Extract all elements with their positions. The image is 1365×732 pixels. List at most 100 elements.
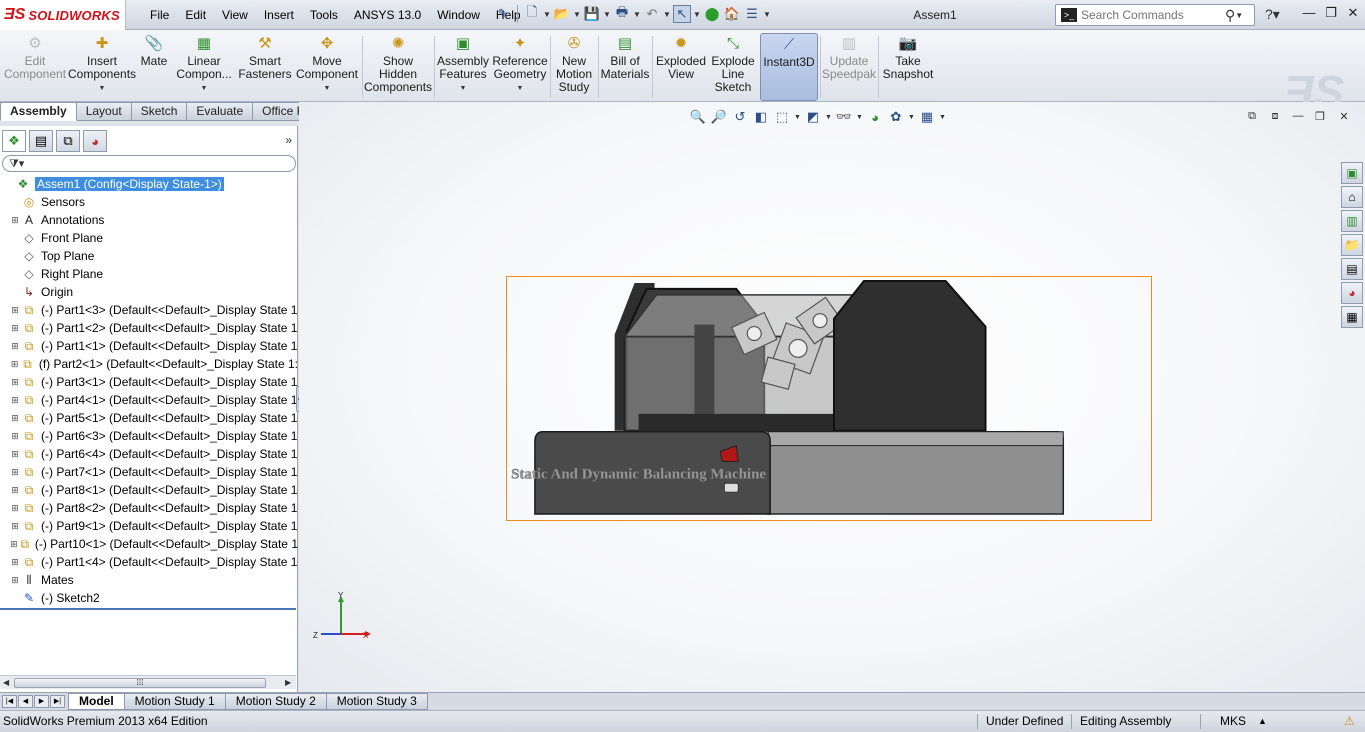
tree-item[interactable]: ⊞ ⧉ (-) Part4<1> (Default<<Default>_Displa… [0, 391, 298, 409]
tree-item[interactable]: ⊞ ⧉ (-) Part8<2> (Default<<Default>_Displa… [0, 499, 298, 517]
mate-button[interactable]: 📎 Mate [138, 33, 170, 101]
doc-minimize-icon[interactable]: — [1290, 110, 1306, 122]
search-icon[interactable]: ⚲ [1225, 7, 1235, 24]
tree-filter[interactable]: ⧩▾ [2, 155, 296, 172]
viewport-split-icon[interactable]: ⧈ [1267, 110, 1283, 123]
tree-item[interactable]: ⊞ A Annotations [0, 211, 298, 229]
tree-item[interactable]: ◇ Front Plane [0, 229, 298, 247]
new-dropdown-icon[interactable]: ▼ [543, 10, 551, 19]
expand-toggle-icon[interactable]: ⊞ [10, 503, 20, 514]
expand-toggle-icon[interactable]: ⊞ [10, 341, 20, 352]
rebuild-traffic-light-icon[interactable]: ⬤ [703, 5, 721, 23]
tree-item[interactable]: ↳ Origin [0, 283, 298, 301]
tree-root-assembly[interactable]: ❖ Assem1 (Config<Display State-1>) [0, 175, 298, 193]
apply-scene-icon[interactable]: ✿ [887, 108, 905, 126]
undo-dropdown-icon[interactable]: ▼ [663, 10, 671, 19]
display-style-icon[interactable]: ◩ [804, 108, 822, 126]
first-tab-icon[interactable]: |◀ [2, 695, 17, 708]
expand-toggle-icon[interactable]: ⊞ [10, 449, 20, 460]
tab-motion-study-1[interactable]: Motion Study 1 [124, 693, 226, 710]
view-orientation-icon[interactable]: ⬚ [773, 108, 791, 126]
undo-icon[interactable]: ↶ [643, 5, 661, 23]
expand-toggle-icon[interactable]: ⊞ [10, 557, 20, 568]
chevron-down-icon[interactable]: ▼ [201, 82, 208, 95]
apply-scene-dropdown-icon[interactable]: ▼ [908, 114, 915, 121]
smart-fasteners-button[interactable]: ⚒ Smart Fasteners [238, 33, 292, 101]
bill-of-materials-button[interactable]: ▤ Bill of Materials [600, 33, 650, 101]
expand-toggle-icon[interactable]: ⊞ [10, 305, 20, 316]
menu-file[interactable]: File [142, 8, 177, 22]
tab-motion-study-2[interactable]: Motion Study 2 [225, 693, 327, 710]
tree-item[interactable]: ⊞ ⧉ (-) Part1<2> (Default<<Default>_Displa… [0, 319, 298, 337]
hide-show-items-icon[interactable]: 👓 [835, 108, 853, 126]
prev-tab-icon[interactable]: ◀ [18, 695, 33, 708]
view-settings-dropdown-icon[interactable]: ▼ [939, 114, 946, 121]
chevron-down-icon[interactable]: ▼ [517, 82, 524, 95]
update-speedpak-button[interactable]: ▥ Update Speedpak [822, 33, 876, 101]
save-icon[interactable]: 💾 [583, 5, 601, 23]
menu-insert[interactable]: Insert [256, 8, 302, 22]
propertymanager-icon[interactable]: ▤ [29, 130, 53, 152]
new-document-icon[interactable]: 🗋 [523, 4, 541, 23]
assembly-features-button[interactable]: ▣ Assembly Features ▼ [436, 33, 490, 101]
expand-toggle-icon[interactable]: ⊞ [10, 485, 20, 496]
expand-toggle-icon[interactable]: ⊞ [10, 521, 20, 532]
options-dropdown-icon[interactable]: ▼ [763, 10, 771, 19]
doc-close-icon[interactable]: ✕ [1336, 110, 1352, 123]
unit-system[interactable]: MKS [1220, 714, 1246, 728]
tree-item[interactable]: ◎ Sensors [0, 193, 298, 211]
tab-assembly[interactable]: Assembly [0, 102, 77, 121]
open-dropdown-icon[interactable]: ▼ [573, 10, 581, 19]
section-view-icon[interactable]: ◧ [752, 108, 770, 126]
tree-item[interactable]: ⊞ ⧉ (-) Part8<1> (Default<<Default>_Displa… [0, 481, 298, 499]
previous-view-icon[interactable]: ↺ [731, 108, 749, 126]
menu-view[interactable]: View [214, 8, 256, 22]
minimize-icon[interactable]: — [1300, 5, 1318, 23]
tab-motion-study-3[interactable]: Motion Study 3 [326, 693, 428, 710]
tree-item[interactable]: ◇ Right Plane [0, 265, 298, 283]
open-folder-icon[interactable]: 📂 [553, 5, 571, 23]
appearances-icon[interactable]: ◕ [1341, 282, 1363, 304]
horizontal-scrollbar[interactable]: ◀ ⁞⁞⁞ ▶ [0, 675, 296, 689]
print-dropdown-icon[interactable]: ▼ [633, 10, 641, 19]
menu-tools[interactable]: Tools [302, 8, 346, 22]
edit-component-button[interactable]: ⚙ Edit Component [4, 33, 66, 101]
viewport-icon[interactable]: ⧉ [1244, 110, 1260, 123]
expand-toggle-icon[interactable]: ⊞ [10, 431, 20, 442]
tree-item[interactable]: ⊞ ⧉ (-) Part1<1> (Default<<Default>_Displa… [0, 337, 298, 355]
search-dropdown-icon[interactable]: ▼ [1235, 11, 1243, 20]
select-pointer-icon[interactable]: ↖ [673, 5, 691, 23]
displaymanager-icon[interactable]: ◕ [83, 130, 107, 152]
scroll-right-icon[interactable]: ▶ [285, 678, 291, 687]
display-style-dropdown-icon[interactable]: ▼ [825, 114, 832, 121]
tree-item[interactable]: ✎ (-) Sketch2 [0, 589, 298, 607]
chevron-down-icon[interactable]: ▼ [460, 82, 467, 95]
tree-item[interactable]: ⊞ ⧉ (-) Part5<1> (Default<<Default>_Displa… [0, 409, 298, 427]
view-settings-icon[interactable]: ▦ [918, 108, 936, 126]
explode-line-sketch-button[interactable]: ⤡ Explode Line Sketch [710, 33, 756, 101]
help-icon[interactable]: ?▾ [1265, 6, 1280, 23]
search-commands-input[interactable] [1081, 8, 1221, 22]
scroll-thumb[interactable]: ⁞⁞⁞ [14, 678, 266, 688]
insert-components-button[interactable]: ✚ Insert Components ▼ [68, 33, 136, 101]
move-component-button[interactable]: ✥ Move Component ▼ [294, 33, 360, 101]
expand-toggle-icon[interactable]: ⊞ [10, 467, 20, 478]
menu-ansys[interactable]: ANSYS 13.0 [346, 8, 429, 22]
pin-icon[interactable]: ✎ [494, 5, 512, 23]
tree-item[interactable]: ⊞ ⧉ (-) Part9<1> (Default<<Default>_Displa… [0, 517, 298, 535]
restore-icon[interactable]: ❐ [1322, 5, 1340, 23]
new-motion-study-button[interactable]: ✇ New Motion Study [552, 33, 596, 101]
menu-edit[interactable]: Edit [177, 8, 214, 22]
options-icon[interactable]: ☰ [743, 5, 761, 23]
tree-item[interactable]: ⊞ ⧉ (-) Part6<4> (Default<<Default>_Displa… [0, 445, 298, 463]
home-icon[interactable]: ⌂ [1341, 186, 1363, 208]
select-dropdown-icon[interactable]: ▼ [693, 10, 701, 19]
tab-sketch[interactable]: Sketch [131, 102, 188, 121]
tree-item[interactable]: ⊞ ⧉ (-) Part1<3> (Default<<Default>_Displa… [0, 301, 298, 319]
file-properties-icon[interactable]: 🏠 [723, 5, 741, 23]
next-tab-icon[interactable]: ▶ [34, 695, 49, 708]
menu-window[interactable]: Window [429, 8, 488, 22]
instant3d-button[interactable]: ⟋ Instant3D [760, 33, 818, 101]
close-icon[interactable]: ✕ [1344, 5, 1362, 23]
expand-toggle-icon[interactable]: ⊞ [10, 539, 18, 550]
